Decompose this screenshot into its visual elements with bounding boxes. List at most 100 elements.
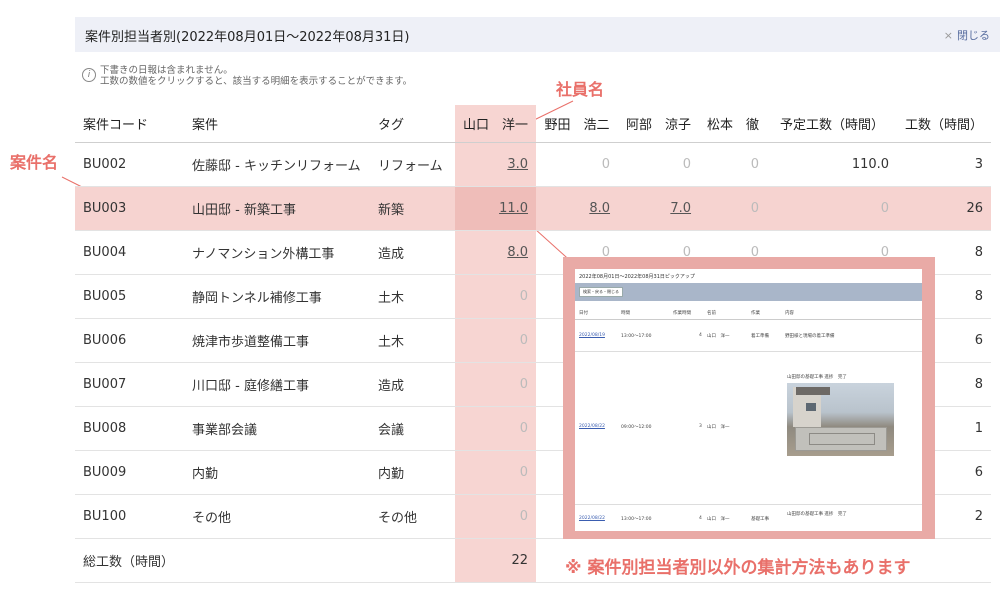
- cell-staff-hours: 0: [536, 142, 619, 187]
- popup-name: 山口 洋一: [707, 517, 730, 522]
- info-line-1: 下書きの日報は含まれません。: [100, 65, 233, 76]
- col-header-hours: 工数（時間）: [897, 105, 992, 143]
- hours-link[interactable]: 8.0: [507, 245, 528, 260]
- col-header-case: 案件: [184, 105, 370, 143]
- close-label: 閉じる: [957, 29, 990, 42]
- popup-content: 山田邸の基礎工事 進捗 完了: [787, 375, 847, 380]
- cell-staff-hours: 0: [699, 186, 768, 231]
- popup-table-header: 日付 時間 作業時間 名前 作業 内容: [575, 307, 922, 320]
- col-header-staff-matsumoto: 松本 徹: [699, 105, 768, 143]
- cell-staff-hours: 0: [455, 362, 537, 407]
- cell-tag: 内勤: [370, 450, 455, 495]
- detail-popup: 2022年08月01日～2022年08月31日ピックアップ 検索・戻る・閉じる …: [563, 257, 935, 539]
- popup-name: 山口 洋一: [707, 334, 730, 339]
- hours-link[interactable]: 8.0: [589, 201, 610, 216]
- col-header-staff-noda: 野田 浩二: [536, 105, 619, 143]
- popup-hours: 3: [699, 424, 702, 429]
- cell-staff-hours: 0: [618, 142, 700, 187]
- cell-planned: 0: [767, 186, 898, 231]
- popup-date-link[interactable]: 2022/08/19: [579, 333, 605, 338]
- cell-tag: その他: [370, 494, 455, 539]
- report-title: 案件別担当者別(2022年08月01日～2022年08月31日): [85, 30, 410, 45]
- popup-content: 野田様と現場の着工準備: [785, 334, 835, 339]
- cell-staff-hours[interactable]: 7.0: [618, 186, 700, 231]
- callout-staff-name: 社員名: [556, 80, 605, 99]
- popup-work: 基礎工事: [751, 517, 769, 522]
- table-row: BU002 佐藤邸 - キッチンリフォーム リフォーム 3.0 0 0 0 11…: [75, 142, 992, 187]
- cell-code: BU100: [75, 494, 184, 539]
- cell-case: ナノマンション外構工事: [184, 230, 370, 275]
- close-button[interactable]: × 閉じる: [944, 27, 990, 43]
- hours-link[interactable]: 7.0: [670, 201, 691, 216]
- popup-row: 2022/08/19 13:00～17:00 4 山口 洋一 着工準備 野田様と…: [575, 321, 922, 352]
- cell-case: 内勤: [184, 450, 370, 495]
- callout-case-name: 案件名: [10, 153, 59, 172]
- cell-code: BU007: [75, 362, 184, 407]
- popup-col-content: 内容: [785, 311, 794, 316]
- cell-code: BU002: [75, 142, 184, 187]
- popup-hours: 4: [699, 516, 702, 521]
- hours-link[interactable]: 3.0: [507, 157, 528, 172]
- cell-staff-hours: 0: [455, 274, 537, 319]
- col-header-planned-hours: 予定工数（時間）: [767, 105, 898, 143]
- cell-staff-hours[interactable]: 8.0: [455, 230, 537, 275]
- cell-staff-hours[interactable]: 8.0: [536, 186, 619, 231]
- popup-col-name: 名前: [707, 311, 716, 316]
- cell-staff-hours: 0: [455, 494, 537, 539]
- notice-text: ※ 案件別担当者別以外の集計方法もあります: [565, 558, 911, 578]
- cell-staff-hours: 0: [699, 142, 768, 187]
- cell-staff-hours[interactable]: 3.0: [455, 142, 537, 187]
- site-photo: [787, 383, 894, 456]
- info-line-2: 工数の数値をクリックすると、該当する明細を表示することができます。: [100, 76, 413, 87]
- popup-time: 13:00～17:00: [621, 334, 652, 339]
- cell-tag: リフォーム: [370, 142, 455, 187]
- cell-tag: 造成: [370, 230, 455, 275]
- cell-code: BU005: [75, 274, 184, 319]
- popup-time: 09:00～12:00: [621, 425, 652, 430]
- cell-code: BU006: [75, 318, 184, 363]
- cell-staff-hours[interactable]: 11.0: [455, 186, 537, 231]
- popup-row: 2022/08/22 13:00～17:00 4 山口 洋一 基礎工事 山田邸の…: [575, 505, 922, 531]
- cell-code: BU008: [75, 406, 184, 451]
- cell-tag: 土木: [370, 274, 455, 319]
- hours-link[interactable]: 11.0: [499, 201, 528, 216]
- detail-popup-content: 2022年08月01日～2022年08月31日ピックアップ 検索・戻る・閉じる …: [575, 269, 922, 531]
- cell-case: 焼津市歩道整備工事: [184, 318, 370, 363]
- total-label: 総工数（時間）: [75, 538, 455, 583]
- popup-toolbar: 検索・戻る・閉じる: [575, 283, 922, 301]
- col-header-code: 案件コード: [75, 105, 184, 143]
- close-icon: ×: [943, 29, 953, 42]
- popup-col-time: 時間: [621, 311, 630, 316]
- popup-title: 2022年08月01日～2022年08月31日ピックアップ: [579, 274, 695, 280]
- popup-col-date: 日付: [579, 311, 588, 316]
- cell-case: 山田邸 - 新築工事: [184, 186, 370, 231]
- cell-hours: 26: [897, 186, 992, 231]
- popup-work: 着工準備: [751, 334, 769, 339]
- cell-tag: 造成: [370, 362, 455, 407]
- popup-col-work: 作業: [751, 311, 760, 316]
- photo-house: [793, 387, 830, 427]
- cell-case: 佐藤邸 - キッチンリフォーム: [184, 142, 370, 187]
- cell-tag: 土木: [370, 318, 455, 363]
- cell-tag: 会議: [370, 406, 455, 451]
- cell-staff-hours: 0: [455, 318, 537, 363]
- popup-date-link[interactable]: 2022/08/22: [579, 424, 605, 429]
- cell-code: BU004: [75, 230, 184, 275]
- cell-hours: 3: [897, 142, 992, 187]
- popup-content: 山田邸の基礎工事 進捗 完了: [787, 512, 847, 517]
- cell-staff-hours: 0: [455, 406, 537, 451]
- popup-name: 山口 洋一: [707, 425, 730, 430]
- info-icon: i: [82, 68, 96, 82]
- col-header-staff-yamaguchi: 山口 洋一: [455, 105, 537, 143]
- col-header-tag: タグ: [370, 105, 455, 143]
- cell-tag: 新築: [370, 186, 455, 231]
- total-staff-yamaguchi: 22: [455, 538, 537, 583]
- cell-code: BU009: [75, 450, 184, 495]
- popup-search-button[interactable]: 検索・戻る・閉じる: [579, 287, 623, 297]
- cell-case: 川口邸 - 庭修繕工事: [184, 362, 370, 407]
- popup-date-link[interactable]: 2022/08/22: [579, 516, 605, 521]
- cell-case: 静岡トンネル補修工事: [184, 274, 370, 319]
- table-row-highlighted: BU003 山田邸 - 新築工事 新築 11.0 8.0 7.0 0 0 26: [75, 186, 992, 231]
- cell-code: BU003: [75, 186, 184, 231]
- cell-staff-hours: 0: [455, 450, 537, 495]
